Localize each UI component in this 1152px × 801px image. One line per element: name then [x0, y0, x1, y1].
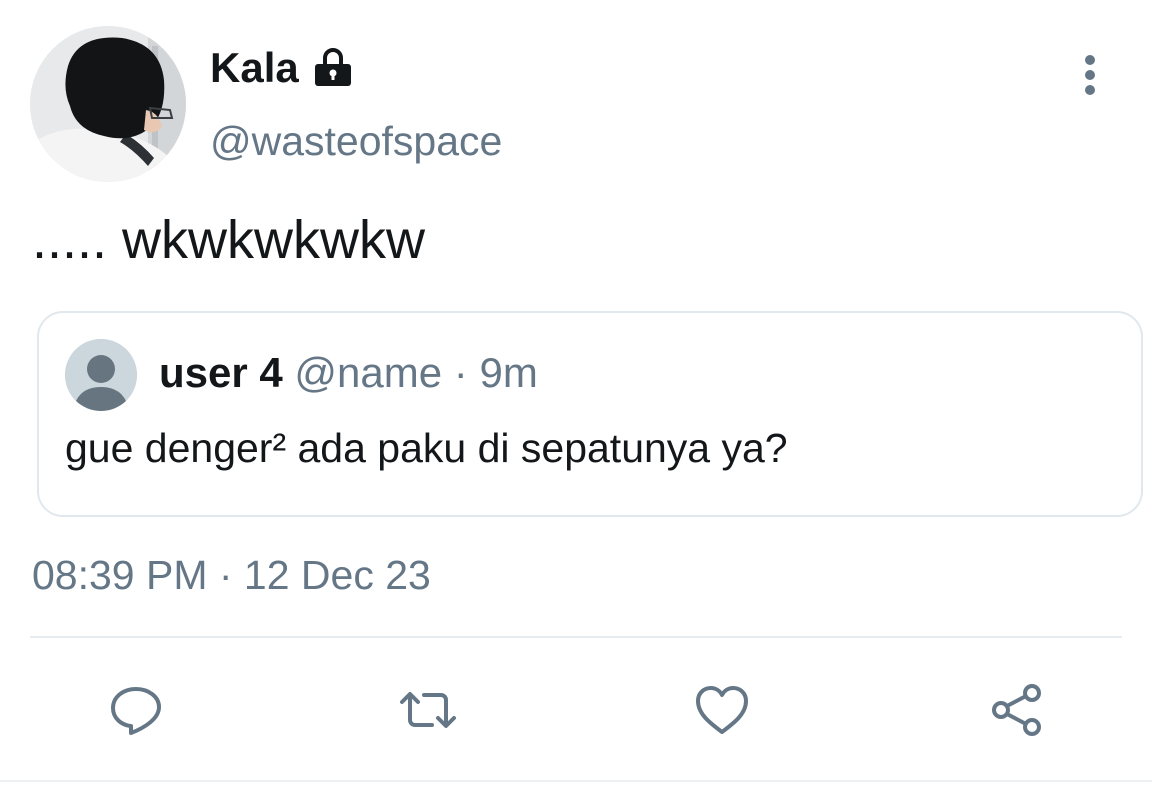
tweet-timestamp[interactable]: 08:39 PM · 12 Dec 23	[32, 550, 431, 600]
avatar-photo	[30, 26, 186, 182]
quoted-text: gue denger² ada paku di sepatunya ya?	[65, 425, 788, 471]
quoted-tweet-card[interactable]: user 4 @name · 9m gue denger² ada paku d…	[37, 311, 1143, 517]
quoted-header: user 4 @name · 9m	[159, 347, 538, 399]
lock-icon	[311, 46, 355, 90]
more-vertical-icon	[1085, 55, 1095, 95]
like-button[interactable]	[692, 680, 752, 740]
author-name[interactable]: Kala	[210, 42, 355, 94]
retweet-icon	[400, 692, 456, 728]
quoted-avatar[interactable]	[65, 339, 137, 411]
reply-icon	[111, 687, 161, 735]
tweet-text: ..... wkwkwkwkw	[32, 210, 426, 270]
quoted-separator: ·	[453, 349, 468, 396]
bottom-divider	[0, 780, 1152, 782]
share-button[interactable]	[988, 680, 1048, 740]
quoted-handle[interactable]: @name	[294, 349, 442, 396]
quoted-time: 9m	[479, 349, 538, 396]
divider	[30, 636, 1122, 638]
more-options-button[interactable]	[1070, 50, 1110, 100]
default-avatar-icon	[65, 339, 137, 411]
author-handle[interactable]: @wasteofspace	[210, 116, 502, 166]
author-display-name[interactable]: Kala	[210, 42, 299, 94]
like-icon	[696, 686, 748, 734]
quoted-display-name[interactable]: user 4	[159, 349, 283, 396]
reply-button[interactable]	[106, 680, 166, 740]
author-avatar[interactable]	[30, 26, 186, 182]
retweet-button[interactable]	[398, 680, 458, 740]
share-icon	[992, 684, 1041, 736]
